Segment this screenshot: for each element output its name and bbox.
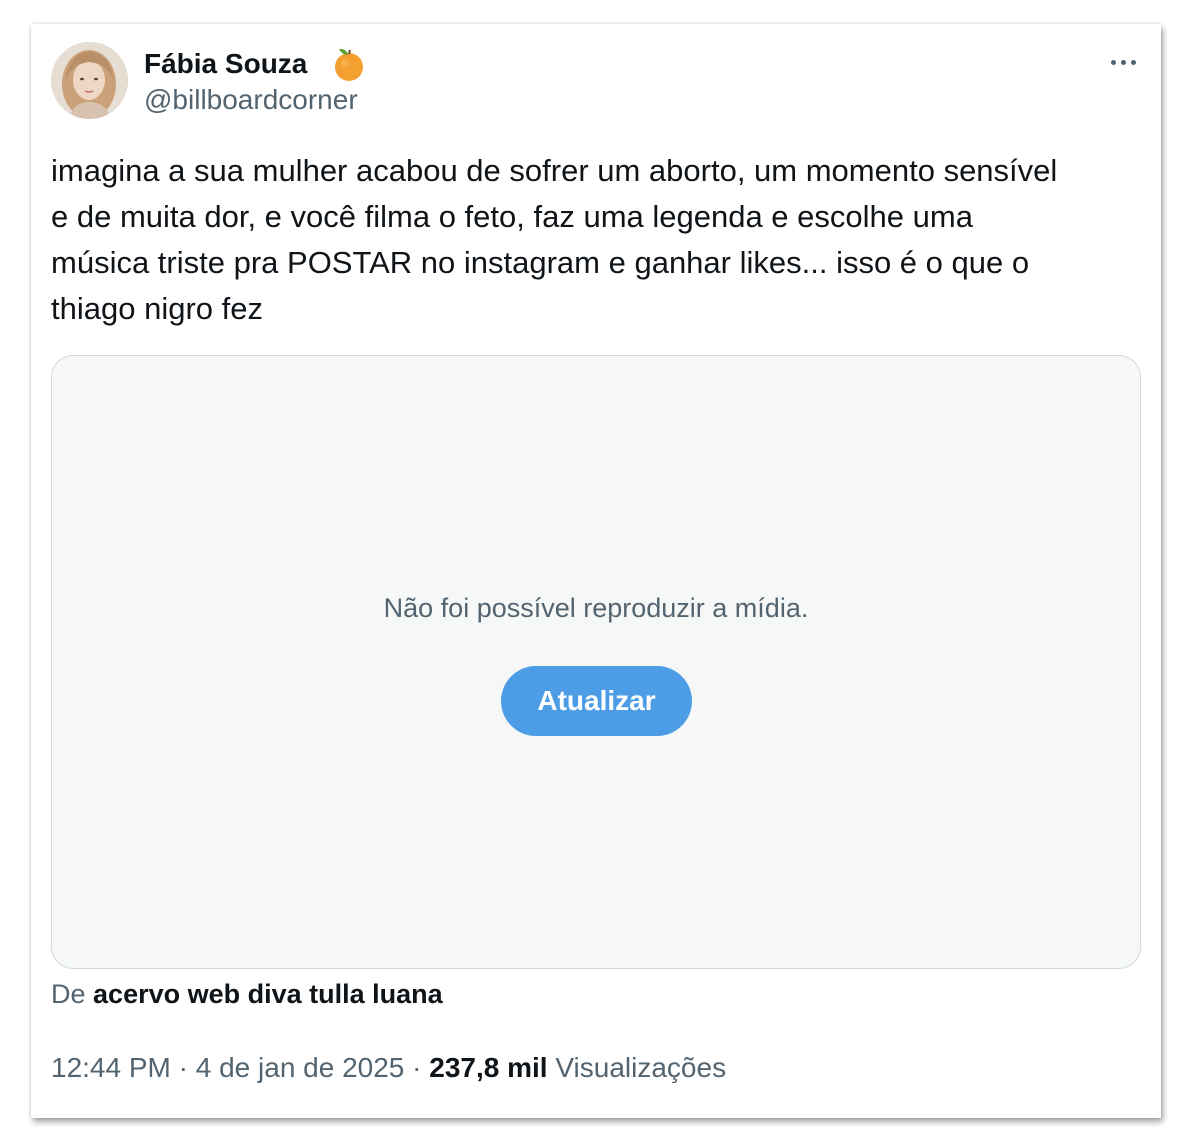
dot <box>1130 59 1136 65</box>
avatar[interactable] <box>51 42 128 119</box>
author-name-row: Fábia Souza <box>144 44 367 84</box>
source-link[interactable]: acervo web diva tulla luana <box>93 979 443 1009</box>
meta-separator: · <box>412 1052 422 1083</box>
tweet-time[interactable]: 12:44 PM <box>51 1052 171 1083</box>
media-source: De acervo web diva tulla luana <box>51 979 443 1010</box>
media-container: Não foi possível reproduzir a mídia. Atu… <box>51 355 1141 969</box>
tweet-text: imagina a sua mulher acabou de sofrer um… <box>51 148 1151 332</box>
tweet-text-line: e de muita dor, e você filma o feto, faz… <box>51 199 973 234</box>
views-label: Visualizações <box>555 1052 727 1083</box>
author-name[interactable]: Fábia Souza <box>144 48 307 80</box>
tweet-date[interactable]: 4 de jan de 2025 <box>196 1052 405 1083</box>
views-count[interactable]: 237,8 mil <box>429 1052 547 1083</box>
media-error-message: Não foi possível reproduzir a mídia. <box>383 593 809 623</box>
dot <box>1120 59 1126 65</box>
tweet-text-line: música triste pra POSTAR no instagram e … <box>51 245 1030 280</box>
avatar-photo <box>51 42 128 119</box>
tweet-card: Fábia Souza @billboardcorner imagina a s… <box>31 24 1161 1118</box>
orange-emoji-icon <box>331 46 367 82</box>
tweet-text-line: thiago nigro fez <box>51 291 263 326</box>
tweet-text-line: imagina a sua mulher acabou de sofrer um… <box>51 153 1058 188</box>
tweet-metadata: 12:44 PM · 4 de jan de 2025 · 237,8 mil … <box>51 1052 726 1084</box>
author-handle[interactable]: @billboardcorner <box>144 84 358 116</box>
meta-separator: · <box>178 1052 188 1083</box>
refresh-button[interactable]: Atualizar <box>501 666 692 736</box>
source-prefix: De <box>51 979 86 1009</box>
dot <box>1110 59 1116 65</box>
more-options-icon[interactable] <box>1105 48 1141 76</box>
